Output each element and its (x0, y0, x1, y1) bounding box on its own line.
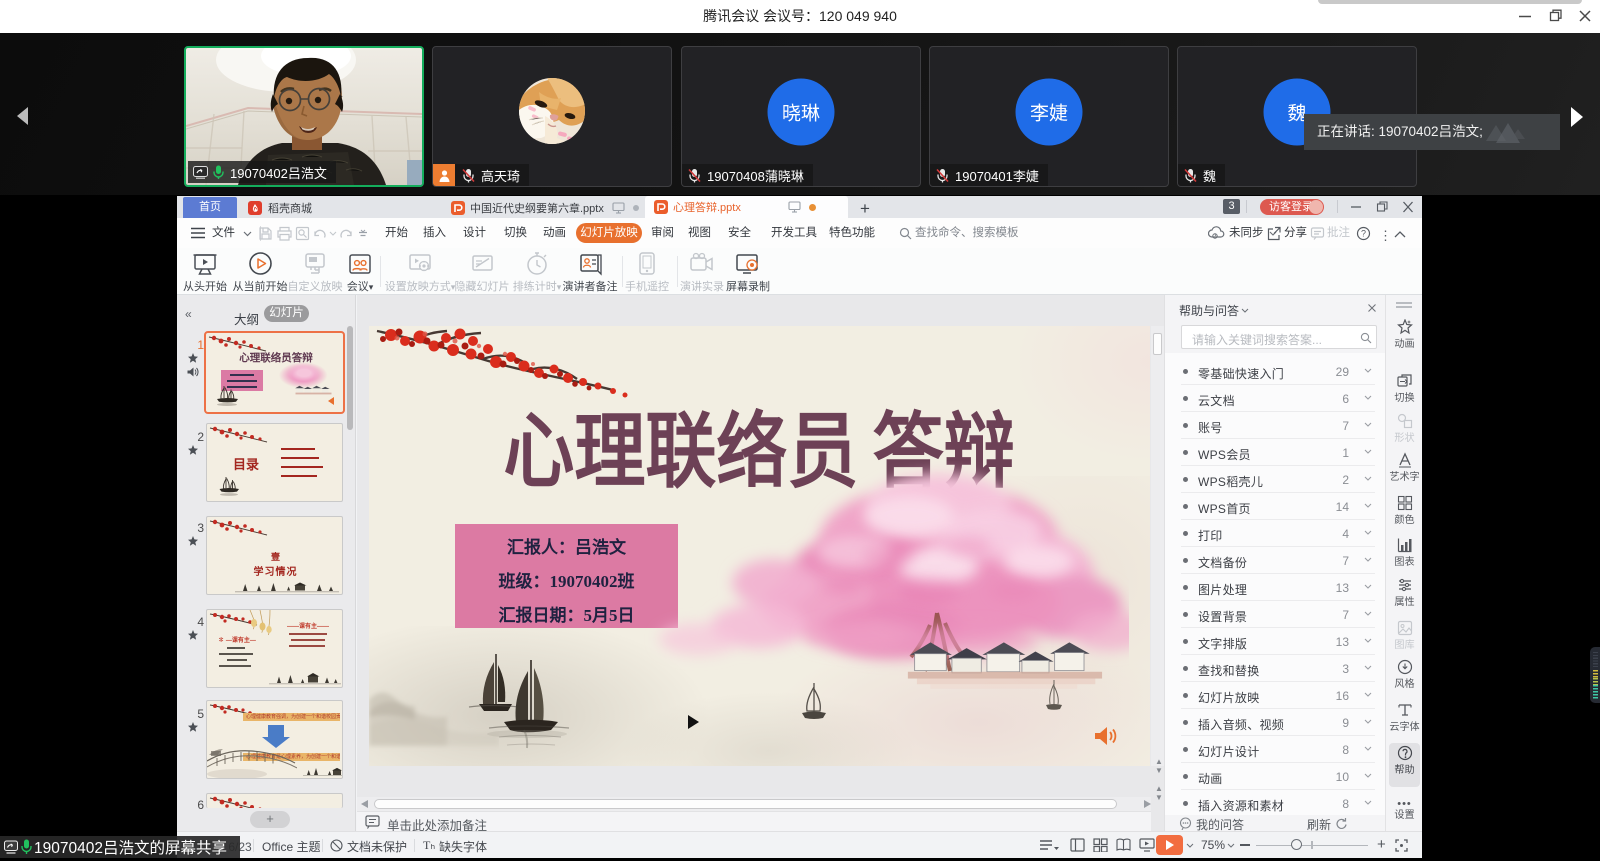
svg-text:?: ? (1361, 229, 1366, 239)
